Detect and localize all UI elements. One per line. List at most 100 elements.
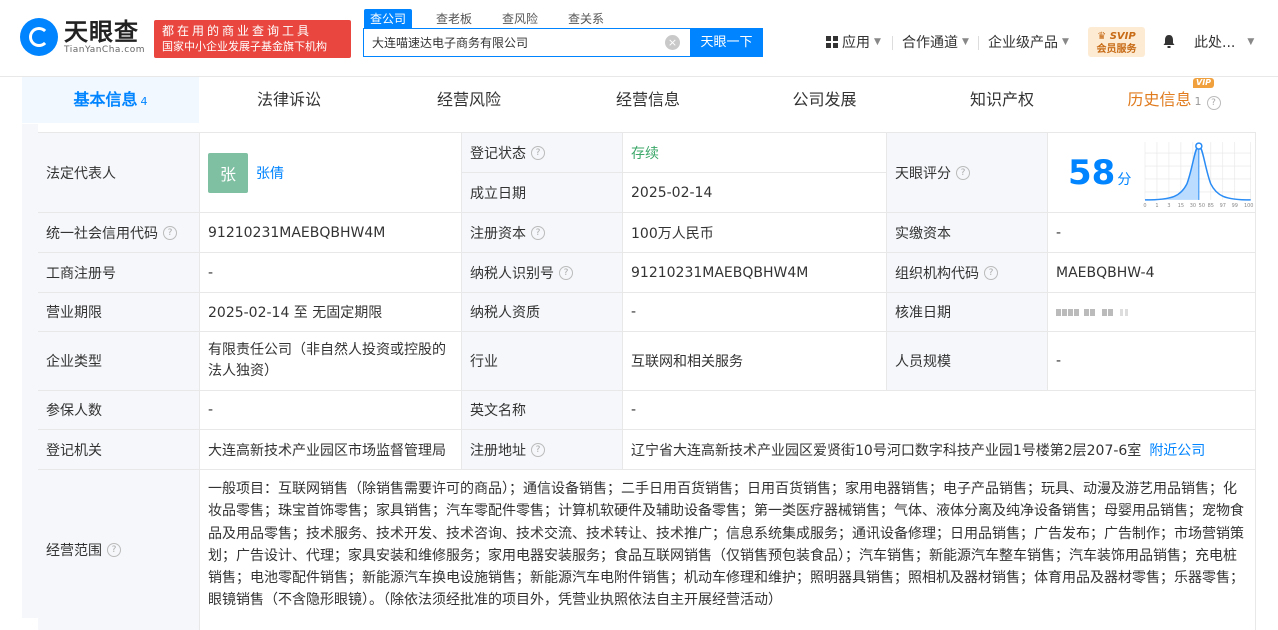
nav-enterprise[interactable]: 企业级产品 ▼ xyxy=(988,32,1069,52)
table-row: 法定代表人 张 张倩 登记状态? 存续 成立日期 2025-02-14 天眼评分… xyxy=(38,133,1256,213)
help-icon[interactable]: ? xyxy=(531,225,545,240)
score-axis-tick: 15 xyxy=(1178,202,1184,207)
search-tab-risk[interactable]: 查风险 xyxy=(496,9,544,28)
svip-button[interactable]: ♛ SVIP 会员服务 xyxy=(1088,27,1145,57)
tab-history[interactable]: 历史信息 1? xyxy=(1092,77,1256,123)
reg-address-label-text: 注册地址 xyxy=(470,442,526,459)
logo-domain: TianYanCha.com xyxy=(64,44,146,55)
tab-risk[interactable]: 经营风险 xyxy=(379,77,559,123)
org-code-label: 组织机构代码? xyxy=(886,253,1047,292)
search-tab-boss[interactable]: 查老板 xyxy=(430,9,478,28)
logo-eye-icon xyxy=(20,18,58,56)
nav-cooperation[interactable]: 合作通道 ▼ xyxy=(902,32,969,52)
org-code-label-text: 组织机构代码 xyxy=(895,265,979,282)
nav-divider xyxy=(978,36,979,50)
biz-reg-no-value: - xyxy=(199,253,461,292)
help-icon[interactable]: ? xyxy=(1206,96,1221,110)
reg-address-cell: 辽宁省大连高新技术产业园区爱贤街10号河口数字科技产业园1号楼第2层207-6室… xyxy=(622,430,1256,469)
help-icon[interactable]: ? xyxy=(107,543,121,557)
search-tab-relation[interactable]: 查关系 xyxy=(562,9,610,28)
company-type-value: 有限责任公司（非自然人投资或控股的法人独资） xyxy=(199,332,461,390)
basic-info-table: 法定代表人 张 张倩 登记状态? 存续 成立日期 2025-02-14 天眼评分… xyxy=(38,132,1256,630)
nearby-companies-link[interactable]: 附近公司 xyxy=(1149,440,1205,460)
biz-scope-label-text: 经营范围 xyxy=(46,543,102,559)
table-row: 企业类型 有限责任公司（非自然人投资或控股的法人独资） 行业 互联网和相关服务 … xyxy=(38,332,1256,391)
chevron-down-icon: ▼ xyxy=(962,37,969,47)
svip-sublabel: 会员服务 xyxy=(1096,44,1137,55)
help-icon[interactable]: ? xyxy=(531,145,545,160)
help-icon[interactable]: ? xyxy=(956,165,970,180)
insured-label: 参保人数 xyxy=(38,391,199,429)
tab-count: 4 xyxy=(140,95,148,108)
score-axis-tick: 30 xyxy=(1190,202,1196,207)
score-axis-tick: 3 xyxy=(1168,202,1171,207)
reg-capital-value: 100万人民币 xyxy=(622,213,886,252)
grid-icon xyxy=(826,36,838,48)
insured-value: - xyxy=(199,391,461,429)
avatar[interactable]: 张 xyxy=(208,152,248,193)
logo-title: 天眼查 xyxy=(64,17,139,46)
legal-rep-name-link[interactable]: 张倩 xyxy=(256,163,284,183)
bell-icon[interactable] xyxy=(1162,34,1176,48)
nav-cooperation-label: 合作通道 xyxy=(902,35,958,51)
svip-label: SVIP xyxy=(1109,31,1136,42)
table-row: 统一社会信用代码? 91210231MAEBQBHW4M 注册资本? 100万人… xyxy=(38,213,1256,253)
score-unit: 分 xyxy=(1117,171,1132,188)
reg-status-label: 登记状态? xyxy=(461,133,622,173)
table-row: 经营范围? 一般项目：互联网销售（除销售需要许可的商品）；通信设备销售；二手日用… xyxy=(38,470,1256,630)
search-tab-company[interactable]: 查公司 xyxy=(364,9,413,28)
score-cell[interactable]: 58 分 0 1 3 15 30 50 85 97 99 100 xyxy=(1047,133,1256,213)
vip-badge: VIP xyxy=(1193,78,1215,88)
industry-label: 行业 xyxy=(461,332,622,390)
score-value: 58 xyxy=(1068,152,1116,193)
biz-reg-no-label: 工商注册号 xyxy=(38,253,199,292)
staff-size-value: - xyxy=(1047,332,1256,390)
help-icon[interactable]: ? xyxy=(559,265,573,280)
paid-capital-value: - xyxy=(1047,213,1256,252)
tab-operation[interactable]: 经营信息 xyxy=(559,77,737,123)
tab-ip[interactable]: 知识产权 xyxy=(912,77,1092,123)
user-menu[interactable]: 此处... ▼ xyxy=(1194,32,1254,52)
nav-enterprise-label: 企业级产品 xyxy=(988,35,1058,51)
help-icon[interactable]: ? xyxy=(531,442,545,457)
score-axis-tick: 85 xyxy=(1208,202,1214,207)
chevron-down-icon: ▼ xyxy=(1062,37,1069,47)
svip-crown-label: ♛ SVIP xyxy=(1097,31,1136,42)
table-row: 登记机关 大连高新技术产业园区市场监督管理局 注册地址? 辽宁省大连高新技术产业… xyxy=(38,430,1256,470)
english-name-label: 英文名称 xyxy=(461,391,622,429)
reg-address-label: 注册地址? xyxy=(461,430,622,469)
search-type-tabs: 查公司 查老板 查风险 查关系 xyxy=(364,9,628,28)
score-axis-tick: 0 xyxy=(1144,202,1147,207)
score-axis-tick: 100 xyxy=(1244,202,1253,207)
tab-legal[interactable]: 法律诉讼 xyxy=(199,77,379,123)
taxpayer-qual-label: 纳税人资质 xyxy=(461,293,622,331)
taxpayer-qual-value: - xyxy=(622,293,886,331)
top-header: 天眼查 TianYanCha.com 都在用的商业查询工具 国家中小企业发展子基… xyxy=(0,0,1278,77)
tab-count: 1 xyxy=(1194,95,1202,108)
search-button[interactable]: 天眼一下 xyxy=(690,28,763,57)
table-row: 营业期限 2025-02-14 至 无固定期限 纳税人资质 - 核准日期 xyxy=(38,293,1256,332)
reg-capital-label-text: 注册资本 xyxy=(470,225,526,242)
tianyancha-logo[interactable]: 天眼查 TianYanCha.com xyxy=(20,18,145,56)
clear-icon[interactable]: × xyxy=(665,35,680,50)
left-gutter xyxy=(22,124,38,618)
table-row: 工商注册号 - 纳税人识别号? 91210231MAEBQBHW4M 组织机构代… xyxy=(38,253,1256,293)
search-input[interactable] xyxy=(364,29,652,56)
help-icon[interactable]: ? xyxy=(984,265,998,280)
score-axis-tick: 97 xyxy=(1220,202,1226,207)
help-icon[interactable]: ? xyxy=(163,225,177,240)
credit-code-value: 91210231MAEBQBHW4M xyxy=(199,213,461,252)
tab-basic-info[interactable]: 基本信息 4 xyxy=(22,77,199,123)
tab-development[interactable]: 公司发展 xyxy=(737,77,912,123)
chevron-down-icon: ▼ xyxy=(1247,37,1255,47)
approval-date-label: 核准日期 xyxy=(886,293,1047,331)
legal-rep-cell: 张 张倩 xyxy=(199,133,461,213)
score-label: 天眼评分? xyxy=(886,133,1047,213)
section-tabs: 基本信息 4 法律诉讼 经营风险 经营信息 公司发展 知识产权 历史信息 1? xyxy=(22,77,1256,123)
reg-status-value: 存续 xyxy=(622,133,886,173)
english-name-value: - xyxy=(622,391,1256,429)
score-axis-tick: 99 xyxy=(1232,202,1238,207)
legal-rep-label: 法定代表人 xyxy=(38,133,199,213)
nav-apps[interactable]: 应用 ▼ xyxy=(826,32,881,52)
staff-size-label: 人员规模 xyxy=(886,332,1047,390)
